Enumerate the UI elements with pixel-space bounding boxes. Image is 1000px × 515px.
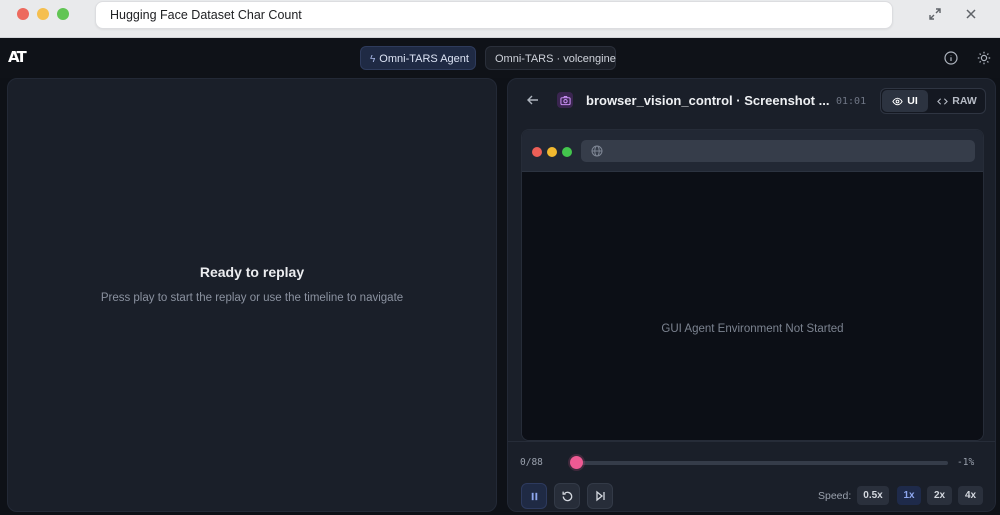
agent-chip-label: Omni-TARS Agent [379, 53, 469, 65]
workspace-panel: browser_vision_control · Screenshot ... … [507, 78, 996, 512]
model-chip[interactable]: Omni-TARS · volcengine [485, 46, 616, 70]
window-titlebar: Hugging Face Dataset Char Count [0, 0, 1000, 38]
agent-chip[interactable]: ϟ Omni-TARS Agent [360, 46, 476, 70]
app-logo[interactable]: AT [8, 48, 27, 66]
pause-icon [531, 492, 537, 500]
bolt-icon: ϟ [370, 54, 376, 65]
skip-forward-button[interactable] [587, 483, 613, 509]
browser-toolbar [522, 130, 983, 172]
ui-view-button[interactable]: UI [882, 90, 928, 112]
window-minimize-button[interactable] [37, 8, 49, 20]
browser-red-dot [532, 147, 542, 157]
window-close-button[interactable] [17, 8, 29, 20]
pause-button[interactable] [521, 483, 547, 509]
speed-label: Speed: [818, 490, 852, 502]
browser-green-dot [562, 147, 572, 157]
info-icon[interactable] [942, 49, 960, 67]
window-title: Hugging Face Dataset Char Count [95, 1, 893, 29]
progress-percent: -1% [957, 457, 975, 468]
timeline-track[interactable] [576, 461, 948, 465]
url-bar[interactable] [581, 140, 975, 162]
view-toggle: UI RAW [880, 88, 986, 114]
speed-2x-button[interactable]: 2x [927, 486, 952, 505]
app-header: AT ϟ Omni-TARS Agent Omni-TARS · volcengi… [0, 38, 1000, 78]
replay-controls: 0/88 -1% Speed: 0.5x 1x 2x 4x [508, 441, 995, 511]
restart-button[interactable] [554, 483, 580, 509]
timeline-handle[interactable] [570, 456, 583, 469]
browser-yellow-dot [547, 147, 557, 157]
environment-status: GUI Agent Environment Not Started [661, 323, 844, 335]
restart-icon [561, 491, 572, 501]
tool-time: 01:01 [836, 96, 867, 107]
ui-view-label: UI [907, 95, 918, 107]
eye-icon [892, 97, 903, 105]
skip-forward-icon [596, 490, 605, 502]
speed-1x-button[interactable]: 1x [897, 486, 921, 505]
globe-icon [591, 145, 603, 157]
code-icon [937, 97, 949, 105]
back-arrow-icon[interactable] [524, 91, 542, 109]
raw-view-button[interactable]: RAW [929, 90, 985, 112]
speed-4x-button[interactable]: 4x [958, 486, 983, 505]
tool-title: browser_vision_control · Screenshot ... [586, 93, 830, 108]
screenshot-icon [557, 92, 573, 108]
ready-title: Ready to replay [199, 264, 305, 280]
ready-subtitle: Press play to start the replay or use th… [100, 292, 404, 304]
browser-viewport: GUI Agent Environment Not Started [522, 172, 983, 440]
workspace-header: browser_vision_control · Screenshot ... … [508, 79, 995, 123]
window-maximize-button[interactable] [57, 8, 69, 20]
close-icon[interactable] [962, 5, 980, 23]
expand-icon[interactable] [926, 5, 944, 23]
theme-sun-icon[interactable] [975, 49, 993, 67]
browser-frame: GUI Agent Environment Not Started [521, 129, 984, 441]
chat-replay-panel: Ready to replay Press play to start the … [7, 78, 497, 512]
speed-0-5x-button[interactable]: 0.5x [857, 486, 889, 505]
raw-view-label: RAW [952, 95, 977, 107]
step-counter: 0/88 [520, 457, 543, 468]
